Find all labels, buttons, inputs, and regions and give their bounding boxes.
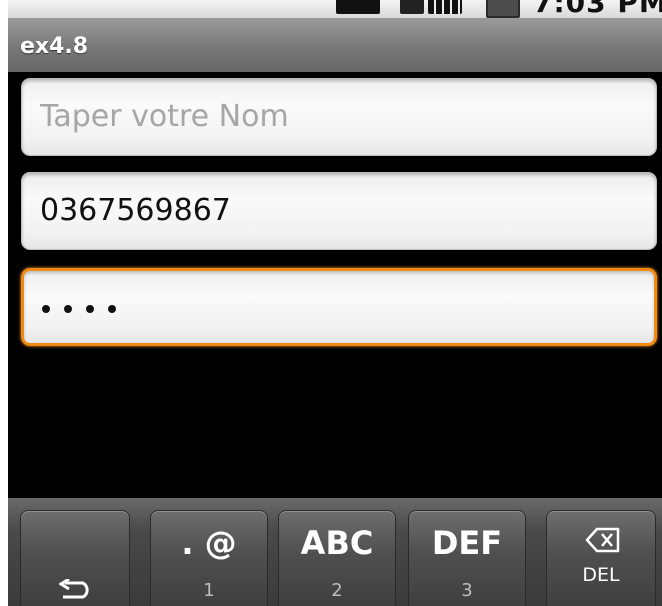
delete-key-label: DEL [582, 564, 620, 586]
status-clock: 7:03 PM [533, 0, 662, 18]
password-dot [64, 305, 72, 313]
title-bar: ex4.8 [8, 18, 662, 72]
battery-icon [486, 0, 520, 18]
key-2[interactable]: ABC 2 [278, 510, 396, 606]
phone-input[interactable]: 0367569867 [21, 172, 657, 250]
signal-arrows-icon [400, 0, 424, 14]
password-mask [42, 305, 116, 313]
password-dot [86, 305, 94, 313]
password-dot [42, 305, 50, 313]
delete-key[interactable]: DEL [546, 510, 656, 606]
return-arrow-icon [59, 579, 89, 599]
av-icon [336, 0, 380, 14]
back-key[interactable] [20, 510, 130, 606]
key-3[interactable]: DEF 3 [408, 510, 526, 606]
key-3-label: DEF [431, 524, 503, 562]
phone-input-value: 0367569867 [40, 193, 231, 228]
status-bar: 7:03 PM [8, 0, 662, 18]
signal-bars-icon [428, 0, 462, 14]
key-3-sub: 3 [461, 580, 473, 601]
password-input[interactable] [21, 268, 657, 346]
app-screen: 7:03 PM ex4.8 Taper votre Nom 0367569867… [8, 0, 662, 606]
key-1-label: . @ [181, 524, 237, 562]
key-2-sub: 2 [331, 580, 343, 601]
key-2-label: ABC [300, 524, 374, 562]
backspace-icon [585, 527, 620, 553]
numeric-keyboard: . @ 1 ABC 2 DEF 3 DEL [8, 498, 662, 606]
name-input-placeholder: Taper votre Nom [40, 99, 289, 134]
name-input[interactable]: Taper votre Nom [21, 78, 657, 156]
key-1[interactable]: . @ 1 [150, 510, 268, 606]
key-1-sub: 1 [203, 580, 215, 601]
app-title: ex4.8 [20, 34, 89, 59]
password-dot [108, 305, 116, 313]
